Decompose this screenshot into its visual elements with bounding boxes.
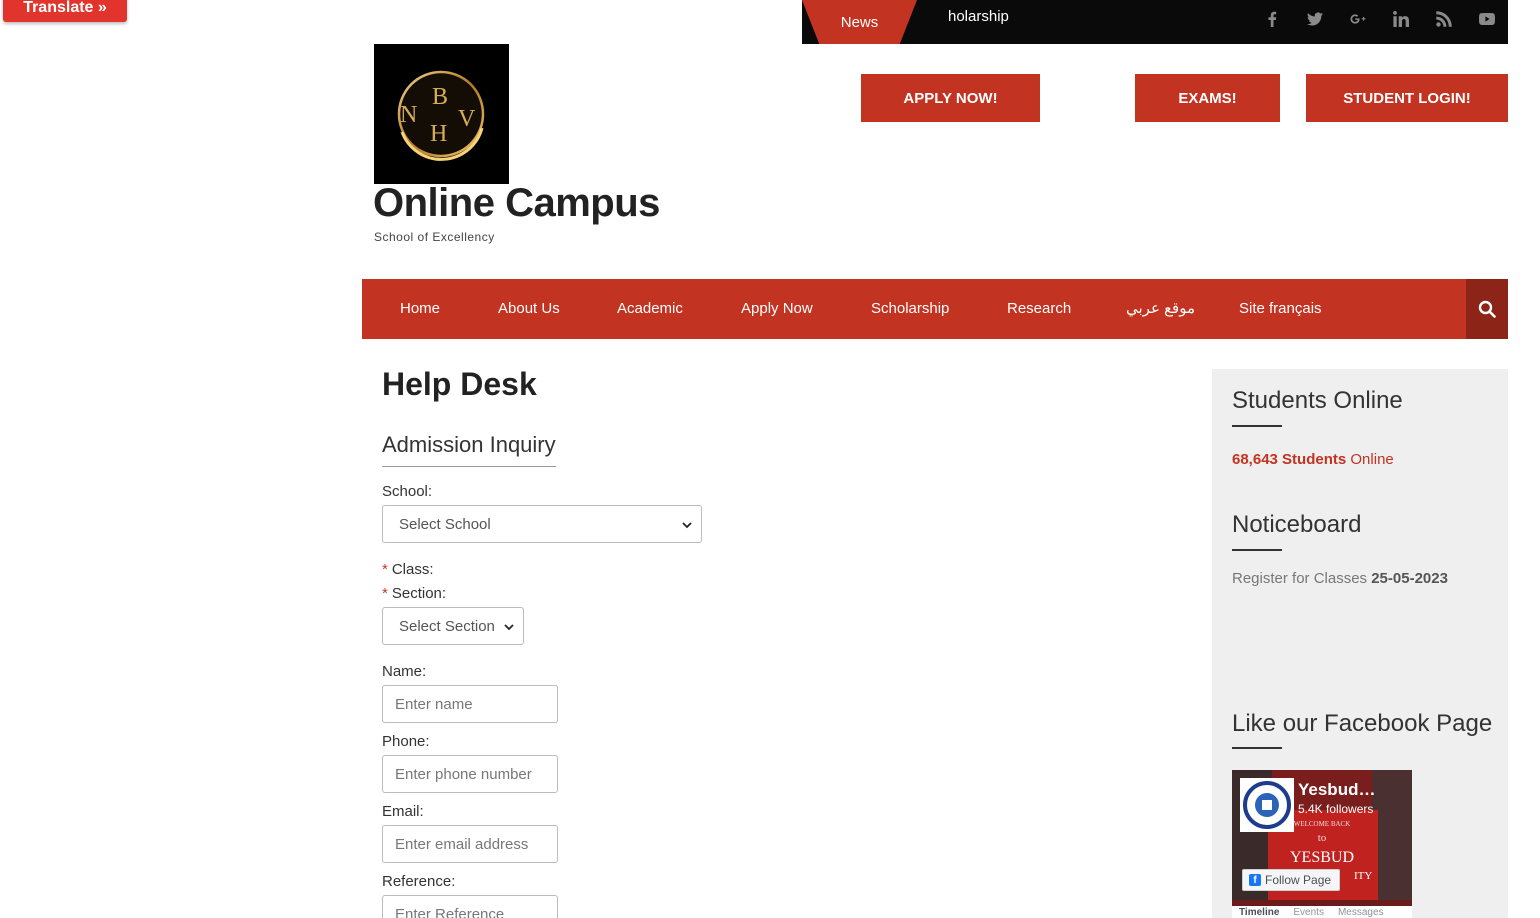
logo-letter: B xyxy=(432,84,448,110)
facebook-page-avatar xyxy=(1240,778,1294,832)
students-online-count: 68,643 Students Online xyxy=(1232,451,1394,468)
name-label: Name: xyxy=(382,663,427,680)
news-ticker[interactable]: holarship xyxy=(948,0,1009,44)
site-tagline: School of Excellency xyxy=(374,230,495,244)
students-online-title: Students Online xyxy=(1232,387,1403,414)
page-title: Help Desk xyxy=(382,366,537,402)
facebook-tabs: Timeline Events Messages xyxy=(1232,906,1412,918)
cover-text: WELCOME BACK xyxy=(1294,820,1351,828)
section-label: * Section: xyxy=(382,585,446,602)
section-label-text: Section: xyxy=(391,585,447,602)
online-count: 68,643 Students xyxy=(1232,451,1347,468)
cover-text: ITY xyxy=(1354,870,1372,882)
reference-input[interactable] xyxy=(382,895,558,918)
tab-timeline[interactable]: Timeline xyxy=(1232,906,1286,918)
form-title: Admission Inquiry xyxy=(382,432,556,467)
title-underline xyxy=(1232,549,1282,551)
required-mark: * xyxy=(382,585,388,602)
name-input[interactable] xyxy=(382,685,558,723)
logo-letter: N xyxy=(400,102,417,128)
title-underline xyxy=(1232,747,1282,749)
notice-date: 25-05-2023 xyxy=(1371,570,1448,587)
nav-item-academic[interactable]: Academic xyxy=(617,279,683,339)
notice-text: Register for Classes xyxy=(1232,570,1368,587)
chevron-down-icon xyxy=(682,522,692,529)
linkedin-icon[interactable] xyxy=(1379,9,1422,27)
logo-letter: H xyxy=(430,121,447,147)
facebook-page-name[interactable]: Yesbud… xyxy=(1298,780,1375,800)
youtube-icon[interactable] xyxy=(1465,9,1508,26)
nav-item-arabic-site[interactable]: موقع عربي xyxy=(1126,279,1195,339)
facebook-followers: 5.4K followers xyxy=(1298,802,1374,816)
news-label: News xyxy=(802,0,917,44)
phone-label: Phone: xyxy=(382,733,430,750)
email-input[interactable] xyxy=(382,825,558,863)
title-underline xyxy=(1232,425,1282,427)
translate-button[interactable]: Translate » xyxy=(3,0,127,22)
school-select[interactable]: Select School xyxy=(382,505,702,543)
phone-input[interactable] xyxy=(382,755,558,793)
rss-icon[interactable] xyxy=(1422,9,1465,27)
class-label-text: Class: xyxy=(391,561,434,578)
exams-button[interactable]: EXAMS! xyxy=(1135,74,1280,122)
top-bar: News holarship xyxy=(802,0,1508,44)
twitter-icon[interactable] xyxy=(1293,9,1336,26)
site-title[interactable]: Online Campus xyxy=(373,181,660,226)
school-label: School: xyxy=(382,483,433,500)
required-mark: * xyxy=(382,561,388,578)
nav-item-apply-now[interactable]: Apply Now xyxy=(741,279,813,339)
cover-text: YESBUD xyxy=(1290,849,1354,866)
search-button[interactable] xyxy=(1466,279,1508,339)
chevron-down-icon xyxy=(504,624,514,631)
nav-item-about-us[interactable]: About Us xyxy=(498,279,560,339)
online-word: Online xyxy=(1350,451,1394,468)
class-label: * Class: xyxy=(382,561,434,578)
cover-text: to xyxy=(1318,832,1327,844)
noticeboard-title: Noticeboard xyxy=(1232,511,1362,538)
site-logo[interactable]: N B H V xyxy=(374,44,509,184)
search-icon xyxy=(1478,300,1496,318)
follow-page-label: Follow Page xyxy=(1265,873,1332,887)
main-nav: Home About Us Academic Apply Now Scholar… xyxy=(362,279,1508,339)
facebook-title: Like our Facebook Page xyxy=(1232,710,1493,737)
facebook-icon[interactable] xyxy=(1250,9,1293,27)
follow-page-button[interactable]: f Follow Page xyxy=(1242,869,1340,891)
notice-item[interactable]: Register for Classes 25-05-2023 xyxy=(1232,570,1448,587)
nav-item-research[interactable]: Research xyxy=(1007,279,1071,339)
nav-item-home[interactable]: Home xyxy=(400,279,440,339)
section-select[interactable]: Select Section xyxy=(382,607,524,645)
school-select-value: Select School xyxy=(399,515,491,533)
section-select-value: Select Section xyxy=(399,617,495,635)
tab-events[interactable]: Events xyxy=(1286,906,1331,918)
email-label: Email: xyxy=(382,803,424,820)
google-plus-icon[interactable] xyxy=(1336,9,1379,26)
tab-messages[interactable]: Messages xyxy=(1331,906,1391,918)
apply-now-button[interactable]: APPLY NOW! xyxy=(861,74,1040,122)
nav-item-french-site[interactable]: Site français xyxy=(1239,279,1322,339)
reference-label: Reference: xyxy=(382,873,456,890)
student-login-button[interactable]: STUDENT LOGIN! xyxy=(1306,74,1508,122)
social-links xyxy=(1250,0,1508,36)
facebook-icon: f xyxy=(1249,874,1261,886)
nav-item-scholarship[interactable]: Scholarship xyxy=(871,279,949,339)
logo-letter: V xyxy=(458,106,476,132)
facebook-page-widget[interactable]: WELCOME BACK to YESBUD ITY Yesbud… 5.4K … xyxy=(1232,770,1412,918)
